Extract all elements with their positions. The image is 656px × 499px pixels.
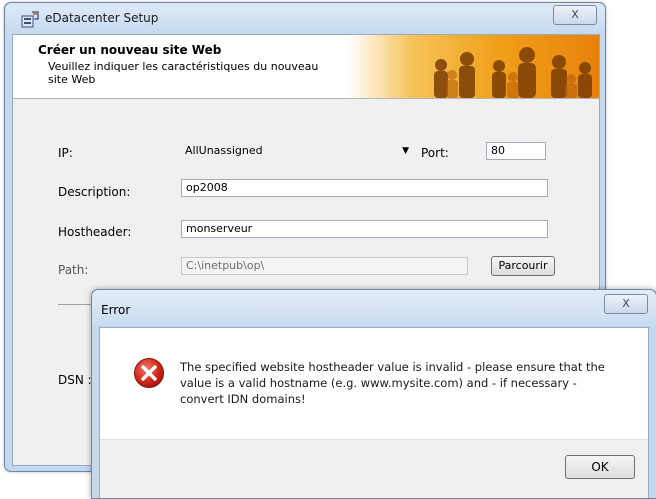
error-icon (134, 358, 164, 388)
description-label: Description: (58, 185, 131, 199)
hostheader-label: Hostheader: (58, 225, 132, 239)
error-titlebar[interactable]: Error X (92, 290, 656, 326)
ip-select[interactable]: AllUnassigned ▼ (181, 141, 413, 161)
error-dialog: Error X The specified website hostheader… (91, 289, 656, 499)
setup-titlebar[interactable]: eDatacenter Setup X (5, 3, 605, 33)
error-title: Error (101, 303, 131, 317)
error-close-button[interactable]: X (604, 294, 648, 314)
banner-people-image (349, 35, 599, 98)
ip-label: IP: (58, 146, 73, 160)
installer-icon (21, 11, 39, 28)
description-input[interactable]: op2008 (181, 179, 548, 197)
browse-button[interactable]: Parcourir (491, 256, 555, 276)
port-input[interactable]: 80 (486, 142, 546, 160)
ok-button[interactable]: OK (565, 455, 635, 479)
wizard-banner: Créer un nouveau site Web Veuillez indiq… (13, 35, 599, 99)
error-client-area: The specified website hostheader value i… (99, 327, 649, 498)
ip-select-value: AllUnassigned (185, 144, 263, 157)
hostheader-input[interactable]: monserveur (181, 220, 548, 238)
path-input: C:\inetpub\op\ (181, 257, 468, 275)
banner-subtitle: Veuillez indiquer les caractéristiques d… (48, 60, 319, 86)
banner-title: Créer un nouveau site Web (38, 43, 222, 57)
chevron-down-icon: ▼ (402, 146, 409, 156)
path-label: Path: (58, 263, 89, 277)
error-button-bar: OK (100, 439, 648, 498)
port-label: Port: (421, 146, 449, 160)
close-icon: X (571, 8, 579, 21)
close-icon: X (622, 297, 630, 310)
error-message: The specified website hostheader value i… (180, 360, 605, 406)
dsn-label: DSN : (58, 373, 92, 387)
close-button[interactable]: X (553, 5, 597, 25)
window-title: eDatacenter Setup (45, 11, 159, 25)
